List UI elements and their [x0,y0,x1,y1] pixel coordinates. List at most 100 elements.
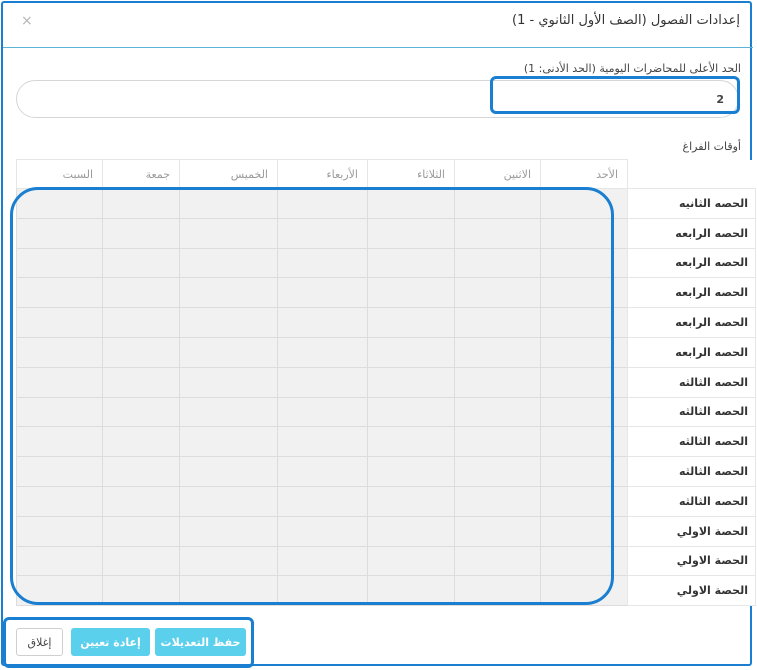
free-time-cell[interactable] [179,485,278,517]
free-time-cell[interactable] [102,545,180,577]
free-time-cell[interactable] [179,366,278,398]
free-time-cell[interactable] [454,485,541,517]
free-time-cell[interactable] [454,515,541,547]
free-time-cell[interactable] [540,515,628,547]
free-time-cell[interactable] [179,396,278,428]
free-time-cell[interactable] [16,247,103,279]
free-time-cell[interactable] [454,188,541,219]
free-time-cell[interactable] [540,456,628,487]
free-time-cell[interactable] [102,426,180,458]
free-time-cell[interactable] [16,307,103,338]
free-time-cell[interactable] [16,366,103,398]
free-time-cell[interactable] [179,545,278,577]
free-time-cell[interactable] [277,247,368,279]
free-time-cell[interactable] [540,426,628,458]
free-time-cell[interactable] [454,366,541,398]
free-time-cell[interactable] [179,336,278,368]
free-time-cell[interactable] [102,575,180,607]
free-time-cell[interactable] [179,188,278,219]
free-time-cell[interactable] [179,426,278,458]
free-time-cell[interactable] [367,545,455,577]
free-time-cell[interactable] [367,575,455,607]
free-time-cell[interactable] [16,515,103,547]
free-time-cell[interactable] [540,217,628,249]
free-time-cell[interactable] [102,277,180,309]
save-changes-button[interactable]: حفظ التعديلات [155,628,246,656]
free-time-cell[interactable] [102,247,180,279]
free-time-cell[interactable] [179,277,278,309]
free-time-cell[interactable] [277,575,368,607]
close-icon[interactable]: × [21,13,33,29]
free-time-cell[interactable] [454,545,541,577]
free-time-cell[interactable] [277,336,368,368]
free-time-cell[interactable] [179,217,278,249]
max-lectures-field[interactable] [16,80,739,118]
free-time-cell[interactable] [277,396,368,428]
free-time-cell[interactable] [454,307,541,338]
free-time-cell[interactable] [102,396,180,428]
free-time-cell[interactable] [454,277,541,309]
reset-button[interactable]: إعادة تعيين [71,628,150,656]
free-time-cell[interactable] [16,336,103,368]
free-time-cell[interactable] [102,188,180,219]
free-time-cell[interactable] [454,217,541,249]
free-time-cell[interactable] [102,515,180,547]
free-time-cell[interactable] [454,396,541,428]
free-time-cell[interactable] [367,366,455,398]
free-time-cell[interactable] [454,426,541,458]
close-button[interactable]: إغلاق [16,628,63,656]
free-time-cell[interactable] [277,485,368,517]
free-time-cell[interactable] [102,456,180,487]
max-lectures-input[interactable] [524,91,724,107]
free-time-cell[interactable] [277,515,368,547]
free-time-cell[interactable] [454,575,541,607]
free-time-cell[interactable] [102,307,180,338]
free-time-cell[interactable] [16,217,103,249]
free-time-cell[interactable] [179,307,278,338]
free-time-cell[interactable] [277,545,368,577]
free-time-cell[interactable] [540,307,628,338]
free-time-cell[interactable] [16,426,103,458]
free-time-cell[interactable] [179,456,278,487]
free-time-cell[interactable] [367,307,455,338]
free-time-cell[interactable] [102,336,180,368]
free-time-cell[interactable] [540,336,628,368]
free-time-cell[interactable] [102,485,180,517]
free-time-cell[interactable] [277,217,368,249]
free-time-cell[interactable] [16,396,103,428]
free-time-cell[interactable] [454,456,541,487]
free-time-cell[interactable] [277,366,368,398]
free-time-cell[interactable] [540,485,628,517]
free-time-cell[interactable] [367,426,455,458]
free-time-cell[interactable] [540,247,628,279]
free-time-cell[interactable] [277,188,368,219]
free-time-cell[interactable] [367,485,455,517]
free-time-cell[interactable] [179,515,278,547]
free-time-cell[interactable] [367,336,455,368]
free-time-cell[interactable] [179,247,278,279]
free-time-cell[interactable] [540,575,628,607]
free-time-cell[interactable] [16,485,103,517]
free-time-cell[interactable] [367,396,455,428]
free-time-cell[interactable] [367,515,455,547]
free-time-cell[interactable] [540,277,628,309]
free-time-cell[interactable] [16,456,103,487]
free-time-cell[interactable] [454,336,541,368]
free-time-cell[interactable] [454,247,541,279]
free-time-cell[interactable] [102,366,180,398]
free-time-cell[interactable] [540,366,628,398]
free-time-cell[interactable] [277,426,368,458]
free-time-cell[interactable] [16,188,103,219]
free-time-cell[interactable] [540,188,628,219]
free-time-cell[interactable] [540,396,628,428]
free-time-cell[interactable] [16,575,103,607]
free-time-cell[interactable] [540,545,628,577]
free-time-cell[interactable] [16,545,103,577]
free-time-cell[interactable] [277,456,368,487]
free-time-cell[interactable] [367,456,455,487]
free-time-cell[interactable] [367,188,455,219]
free-time-cell[interactable] [367,247,455,279]
free-time-cell[interactable] [102,217,180,249]
free-time-cell[interactable] [16,277,103,309]
free-time-cell[interactable] [367,217,455,249]
